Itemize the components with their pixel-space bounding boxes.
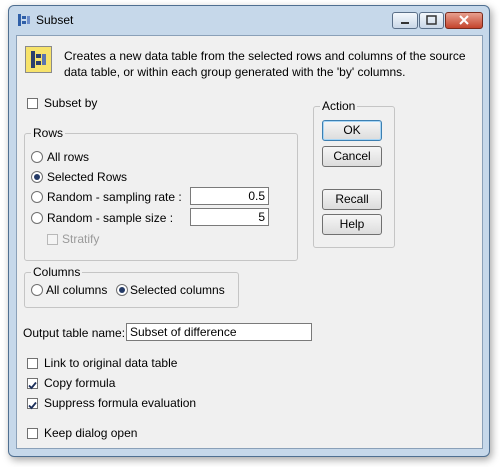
checkmark-icon [28,401,37,410]
sample-size-input[interactable]: 5 [190,208,269,226]
sampling-rate-input[interactable]: 0.5 [190,187,269,205]
columns-group-title: Columns [31,265,83,279]
stratify-label: Stratify [62,232,100,246]
subset-by-label: Subset by [44,96,98,110]
all-columns-label: All columns [46,283,108,297]
recall-button[interactable]: Recall [322,189,382,210]
output-table-name-input[interactable]: Subset of difference [126,323,312,341]
cancel-button[interactable]: Cancel [322,146,382,167]
selected-columns-radio[interactable] [116,284,128,296]
selected-rows-radio[interactable] [31,171,43,183]
dialog-client-area: Creates a new data table from the select… [16,35,483,449]
stratify-checkbox[interactable] [47,234,58,245]
copy-formula-checkbox[interactable] [27,378,38,390]
dialog-description: Creates a new data table from the select… [64,49,466,79]
ok-button[interactable]: OK [322,120,382,141]
minimize-button[interactable] [392,12,418,29]
random-sample-size-label: Random - sample size : [47,211,174,225]
selected-rows-label: Selected Rows [47,170,128,184]
suppress-formula-label: Suppress formula evaluation [44,396,197,410]
copy-formula-label: Copy formula [44,376,116,390]
action-group-title: Action [320,99,358,113]
link-original-label: Link to original data table [44,356,178,370]
keep-dialog-open-checkbox[interactable] [27,428,38,439]
close-icon [459,15,469,25]
window-title: Subset [36,13,74,27]
minimize-icon [401,22,409,24]
close-button[interactable] [445,12,483,29]
subset-dialog: Subset Creates a new data table from the… [8,5,490,457]
selected-columns-label: Selected columns [130,283,225,297]
random-sampling-rate-label: Random - sampling rate : [47,190,182,204]
rows-group-title: Rows [31,126,66,140]
keep-dialog-open-label: Keep dialog open [44,426,138,440]
title-bar[interactable]: Subset [9,6,489,34]
subset-app-icon [17,13,31,27]
maximize-button[interactable] [419,12,444,29]
help-button[interactable]: Help [322,214,382,235]
link-original-checkbox[interactable] [27,358,38,369]
suppress-formula-checkbox[interactable] [27,398,38,410]
all-rows-label: All rows [47,150,90,164]
random-sampling-rate-radio[interactable] [31,191,43,203]
subset-by-checkbox[interactable] [27,98,38,109]
subset-large-icon [25,46,52,73]
checkmark-icon [28,381,37,390]
all-columns-radio[interactable] [31,284,43,296]
maximize-icon [426,15,437,25]
random-sample-size-radio[interactable] [31,212,43,224]
all-rows-radio[interactable] [31,151,43,163]
output-table-name-label: Output table name: [23,326,126,340]
